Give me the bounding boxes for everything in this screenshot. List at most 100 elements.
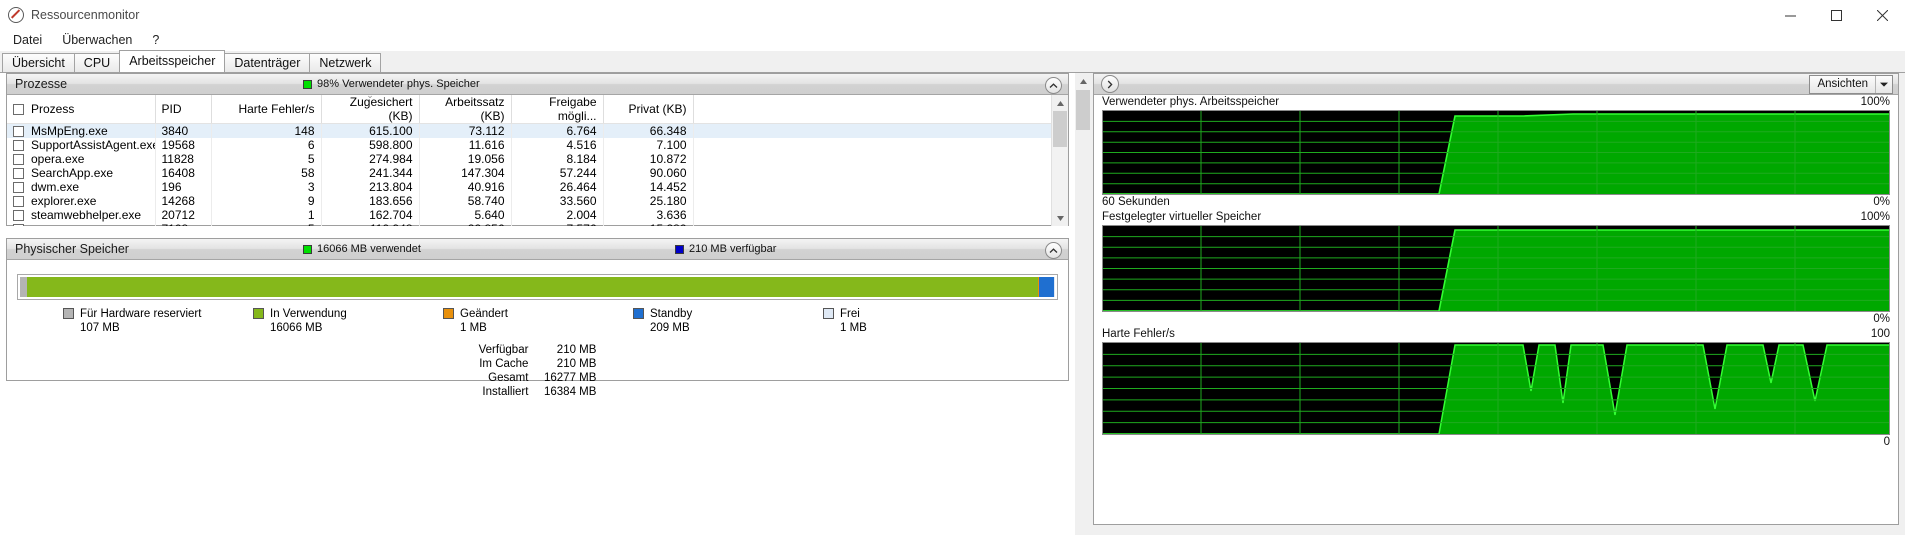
processes-panel-header[interactable]: Prozesse 98% Verwendeter phys. Speicher xyxy=(7,74,1068,95)
cell-shareable: 4.516 xyxy=(511,138,604,152)
tab-arbeitsspeicher[interactable]: Arbeitsspeicher xyxy=(119,50,226,72)
memory-summary-row-available: Verfügbar 210 MB xyxy=(479,343,597,357)
modified-swatch xyxy=(443,308,454,319)
cell-pid: 3840 xyxy=(155,123,212,138)
cell-working-set: 22.856 xyxy=(419,222,512,226)
scroll-down-icon[interactable] xyxy=(1052,210,1068,226)
menu-item-help[interactable]: ? xyxy=(146,32,167,49)
tab-cpu[interactable]: CPU xyxy=(73,53,121,72)
in-use-swatch xyxy=(253,308,264,319)
cell-committed: 213.804 xyxy=(321,180,420,194)
free-value: 1 MB xyxy=(840,322,867,334)
tab-netzwerk[interactable]: Netzwerk xyxy=(309,53,382,72)
column-header-pid[interactable]: PID xyxy=(155,95,212,124)
cell-process-name: MsMpEng.exe xyxy=(7,123,156,138)
memory-summary: Verfügbar 210 MB Im Cache 210 MB Gesamt … xyxy=(7,343,1068,399)
table-row[interactable]: dwm.exe 196 3 213.804 40.916 26.464 14.4… xyxy=(7,180,1062,194)
graph-3-footer: 0 xyxy=(1102,435,1890,450)
column-header-zugesichert[interactable]: ⌄ Zugesichert (KB) xyxy=(321,95,420,124)
column-header-freigabe[interactable]: Freigabe mögli... xyxy=(511,95,604,124)
table-row[interactable]: explorer.exe 14268 9 183.656 58.740 33.5… xyxy=(7,194,1062,208)
physical-memory-panel-header[interactable]: Physischer Speicher 16066 MB verwendet 2… xyxy=(7,239,1068,260)
right-pane-scrollbar[interactable] xyxy=(1075,73,1091,535)
cell-committed: 274.984 xyxy=(321,152,420,166)
menu-item-datei[interactable]: Datei xyxy=(7,32,50,49)
column-header-harte-fehler[interactable]: Harte Fehler/s xyxy=(211,95,322,124)
table-row[interactable]: SearchApp.exe 16408 58 241.344 147.304 5… xyxy=(7,166,1062,180)
views-button[interactable]: Ansichten xyxy=(1809,74,1893,94)
tab-datentraeger[interactable]: Datenträger xyxy=(224,53,311,72)
memory-usage-swatch xyxy=(303,79,312,89)
row-checkbox[interactable] xyxy=(13,182,24,193)
cell-filler xyxy=(693,152,1062,166)
right-scroll-up-icon[interactable] xyxy=(1075,73,1091,89)
physical-memory-collapse-button[interactable] xyxy=(1045,242,1062,259)
processes-scrollbar[interactable] xyxy=(1051,95,1068,226)
chevron-down-icon[interactable] xyxy=(1875,75,1892,93)
row-checkbox[interactable] xyxy=(13,196,24,207)
memory-summary-value-installed: 16384 MB xyxy=(544,386,597,398)
table-row[interactable]: SupportAssistAgent.exe 19568 6 598.800 1… xyxy=(7,138,1062,152)
cell-shareable: 33.560 xyxy=(511,194,604,208)
cell-filler xyxy=(693,194,1062,208)
graph-committed-virtual-memory xyxy=(1102,225,1890,312)
process-name-label: opera.exe xyxy=(31,222,84,226)
scrollbar-thumb[interactable] xyxy=(1053,111,1067,147)
memory-segment-in-use xyxy=(26,277,1038,297)
table-row[interactable]: steamwebhelper.exe 20712 1 162.704 5.640… xyxy=(7,208,1062,222)
close-button[interactable] xyxy=(1859,0,1905,30)
cell-process-name: explorer.exe xyxy=(7,194,156,208)
process-name-label: SupportAssistAgent.exe xyxy=(31,138,155,152)
processes-collapse-button[interactable] xyxy=(1045,77,1062,94)
row-checkbox[interactable] xyxy=(13,140,24,151)
menu-bar: Datei Überwachen ? xyxy=(0,30,1905,51)
maximize-button[interactable] xyxy=(1813,0,1859,30)
graph-2-max-label: 100% xyxy=(1860,211,1890,223)
memory-legend-item-standby: Standby 209 MB xyxy=(633,307,823,335)
cell-working-set: 40.916 xyxy=(419,180,512,194)
memory-used-legend: 16066 MB verwendet xyxy=(303,243,421,255)
column-header-prozess-label: Prozess xyxy=(31,102,75,116)
column-header-arbeitssatz[interactable]: Arbeitssatz (KB) xyxy=(419,95,512,124)
minimize-button[interactable] xyxy=(1767,0,1813,30)
cell-pid: 20712 xyxy=(155,208,212,222)
left-pane: Prozesse 98% Verwendeter phys. Speicher xyxy=(0,73,1075,535)
table-row[interactable]: MsMpEng.exe 3840 148 615.100 73.112 6.76… xyxy=(7,123,1062,138)
tab-uebersicht[interactable]: Übersicht xyxy=(2,53,75,72)
memory-summary-key-available: Verfügbar xyxy=(478,344,529,356)
graph-2-min-label: 0% xyxy=(1873,313,1890,325)
cell-hard-faults: 5 xyxy=(211,152,322,166)
cell-private: 10.872 xyxy=(603,152,694,166)
row-checkbox[interactable] xyxy=(13,224,24,226)
memory-available-legend: 210 MB verfügbar xyxy=(675,243,776,255)
graph-1-footer: 60 Sekunden 0% xyxy=(1102,195,1890,210)
process-name-label: explorer.exe xyxy=(31,194,97,208)
in-use-value: 16066 MB xyxy=(270,322,323,334)
table-row[interactable]: opera.exe 7108 5 110.948 22.856 7.576 15… xyxy=(7,222,1062,226)
row-checkbox[interactable] xyxy=(13,168,24,179)
memory-legend-item-hardware-reserved: Für Hardware reserviert 107 MB xyxy=(63,307,253,335)
cell-pid: 11828 xyxy=(155,152,212,166)
main-content: Prozesse 98% Verwendeter phys. Speicher xyxy=(0,73,1905,535)
column-header-privat[interactable]: Privat (KB) xyxy=(603,95,694,124)
row-checkbox[interactable] xyxy=(13,154,24,165)
modified-label: Geändert xyxy=(460,308,508,320)
cell-private: 25.180 xyxy=(603,194,694,208)
row-checkbox[interactable] xyxy=(13,210,24,221)
menu-item-ueberwachen[interactable]: Überwachen xyxy=(56,32,140,49)
processes-memory-legend: 98% Verwendeter phys. Speicher xyxy=(303,78,480,90)
scroll-up-icon[interactable] xyxy=(1052,95,1068,111)
cell-filler xyxy=(693,222,1062,226)
select-all-checkbox[interactable] xyxy=(13,104,24,115)
table-row[interactable]: opera.exe 11828 5 274.984 19.056 8.184 1… xyxy=(7,152,1062,166)
process-name-label: dwm.exe xyxy=(31,180,80,194)
row-checkbox[interactable] xyxy=(13,126,24,137)
window-controls xyxy=(1767,0,1905,30)
column-header-prozess[interactable]: Prozess xyxy=(7,95,156,124)
expand-panel-button[interactable] xyxy=(1101,75,1119,93)
scrollbar-track[interactable] xyxy=(1052,111,1068,210)
cell-process-name: opera.exe xyxy=(7,152,156,166)
graph-1-time-label: 60 Sekunden xyxy=(1102,196,1170,208)
right-scrollbar-thumb[interactable] xyxy=(1076,90,1090,130)
memory-summary-value-total: 16277 MB xyxy=(544,372,597,384)
